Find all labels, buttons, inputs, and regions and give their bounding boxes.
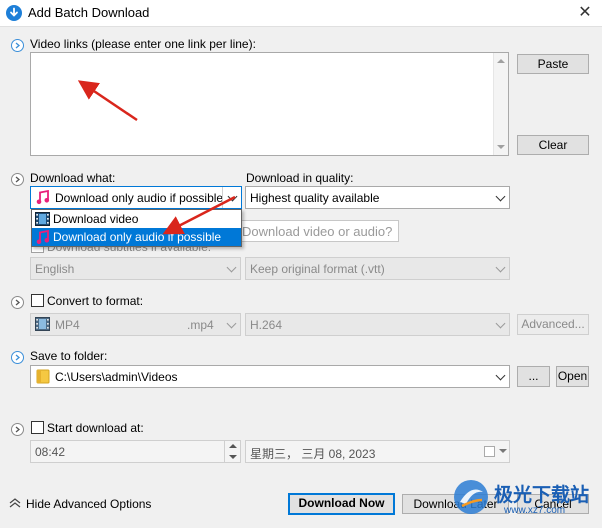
expand-links-icon[interactable] [11,39,24,52]
clear-button[interactable]: Clear [517,135,589,155]
video-links-textarea[interactable] [30,52,509,156]
chevron-down-icon [226,262,237,273]
hint-text: Download video or audio? [242,224,393,239]
quality-value: Highest quality available [250,191,380,205]
start-time-value: 08:42 [35,445,66,459]
download-what-value: Download only audio if possible [55,191,224,205]
chevron-down-icon [227,191,238,202]
film-icon [35,212,50,226]
advanced-button[interactable]: Advanced... [517,314,589,335]
option-download-audio[interactable]: Download only audio if possible [32,228,241,246]
expand-save-icon[interactable] [11,351,24,364]
download-what-dropdown-list: Download video Download only audio if po… [31,209,242,247]
title-bar: Add Batch Download ✕ [0,0,602,26]
download-what-select[interactable]: Download only audio if possible [30,186,242,209]
option-label: Download only audio if possible [53,230,222,244]
music-note-icon [36,190,50,205]
expand-convert-icon[interactable] [11,296,24,309]
start-download-checkbox[interactable] [31,421,44,434]
chevron-down-icon [495,318,506,329]
convert-ext-value: .mp4 [187,318,214,332]
paste-button[interactable]: Paste [517,54,589,74]
option-label: Download video [53,212,139,226]
calendar-icon[interactable] [484,446,495,457]
links-label: Video links (please enter one link per l… [30,37,256,51]
codec-value: H.264 [250,318,283,332]
hide-advanced-toggle[interactable]: Hide Advanced Options [26,497,151,511]
music-note-icon [36,230,50,245]
chevron-down-icon [499,449,507,453]
chevron-down-icon [226,318,237,329]
subtitle-language-value: English [35,262,75,276]
subtitle-format-select[interactable]: Keep original format (.vtt) [245,257,510,280]
close-button[interactable]: ✕ [574,2,596,24]
browse-button[interactable]: ... [517,366,550,387]
quality-select[interactable]: Highest quality available [245,186,510,209]
option-download-video[interactable]: Download video [32,210,241,228]
download-hint-tooltip: Download video or audio? [239,220,399,242]
save-folder-select[interactable]: C:\Users\admin\Videos [30,365,510,388]
convert-label: Convert to format: [47,294,144,308]
textarea-scrollbar[interactable] [493,53,508,155]
window-title: Add Batch Download [28,5,150,20]
quality-label: Download in quality: [246,171,354,185]
open-folder-button[interactable]: Open [556,366,589,387]
start-download-label: Start download at: [47,421,144,435]
codec-select[interactable]: H.264 [245,313,510,336]
time-stepper[interactable] [224,441,240,462]
save-label: Save to folder: [30,349,108,363]
convert-format-select[interactable]: MP4 .mp4 [30,313,241,336]
app-download-icon [6,5,22,21]
folder-icon [36,369,50,384]
convert-checkbox[interactable] [31,294,44,307]
expand-schedule-icon[interactable] [11,423,24,436]
film-icon [35,317,50,331]
convert-format-value: MP4 [55,318,80,332]
watermark-url: www.xz7.com [504,505,566,516]
subtitle-language-select[interactable]: English [30,257,241,280]
chevron-down-icon [495,370,506,381]
subtitle-format-value: Keep original format (.vtt) [250,262,385,276]
collapse-up-icon[interactable] [9,498,21,508]
site-watermark: 极光下载站 www.xz7.com [448,474,598,524]
expand-download-icon[interactable] [11,173,24,186]
start-time-input[interactable]: 08:42 [30,440,241,463]
chevron-down-icon [495,191,506,202]
start-date-input[interactable]: 星期三， 三月 08, 2023 [245,440,510,463]
save-folder-value: C:\Users\admin\Videos [55,370,178,384]
download-what-label: Download what: [30,171,116,185]
chevron-down-icon [495,262,506,273]
watermark-title: 极光下载站 [494,484,590,506]
download-now-button[interactable]: Download Now [288,493,395,515]
start-date-value: 星期三， 三月 08, 2023 [250,447,376,461]
watermark-logo-icon [454,480,488,514]
